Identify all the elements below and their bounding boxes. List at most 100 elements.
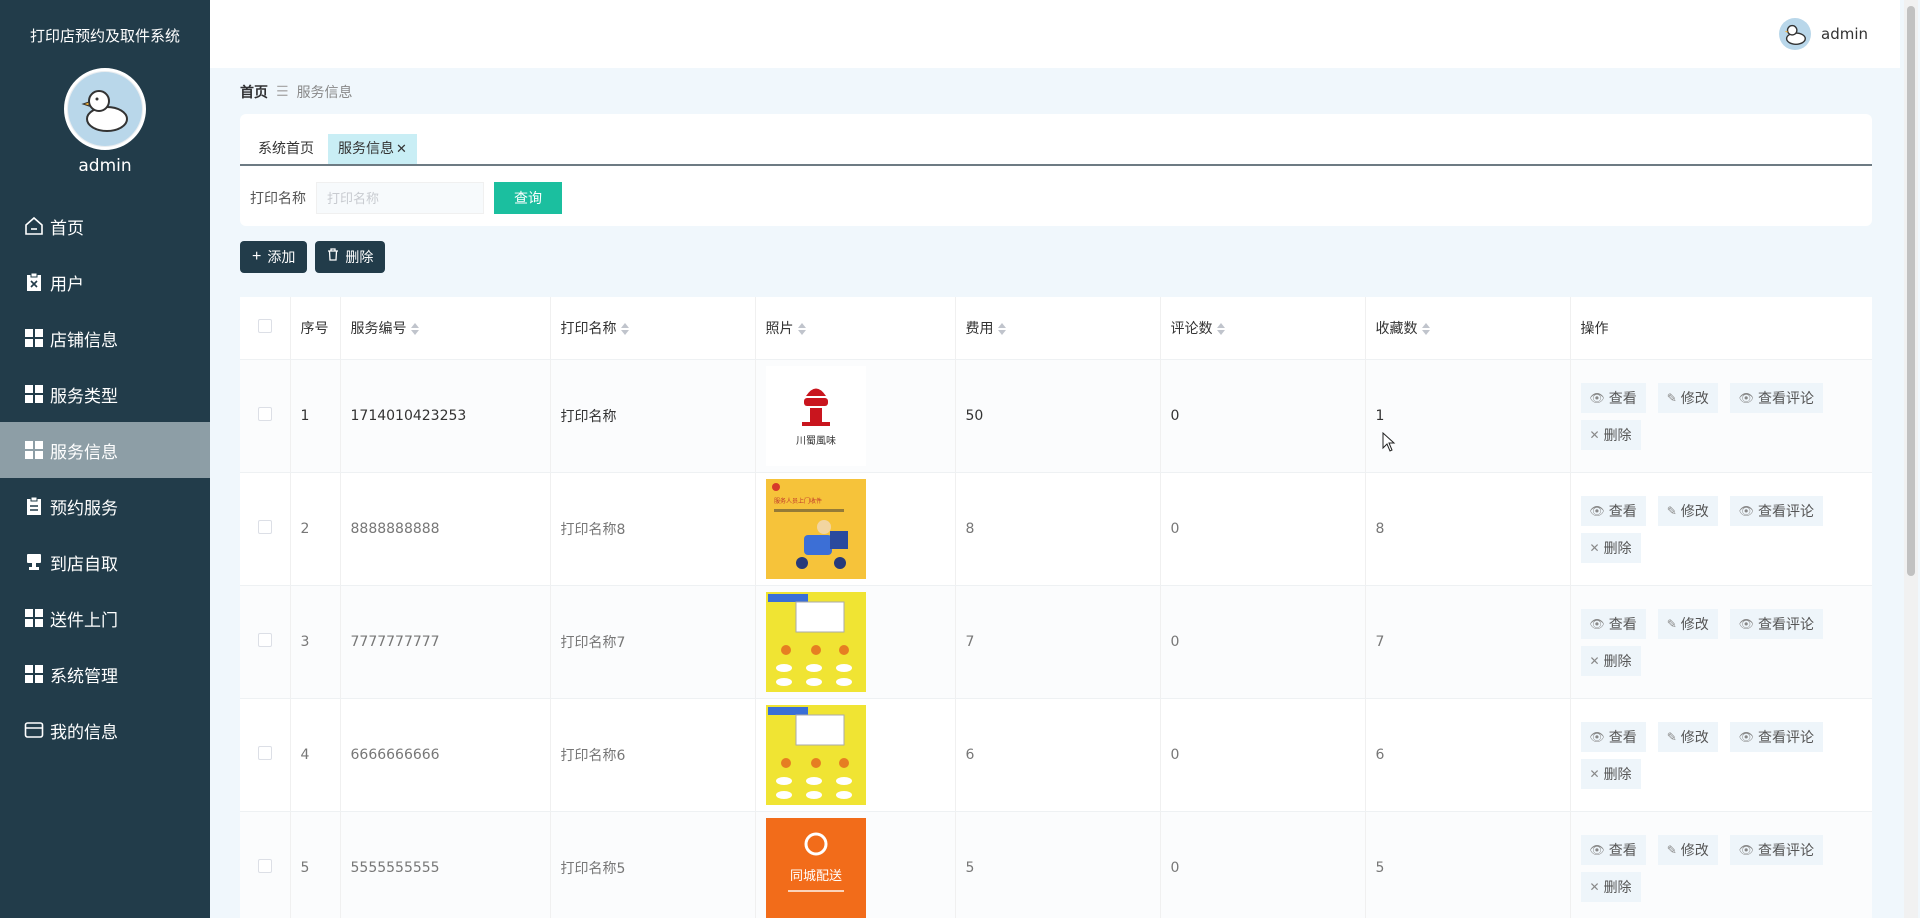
delete-button[interactable]: 删除 — [315, 241, 386, 273]
cell-code: 6666666666 — [340, 698, 551, 812]
add-label: 添加 — [267, 249, 296, 265]
sort-icon[interactable] — [410, 322, 421, 335]
row-actions: 👁 查看 ✎ 修改 👁 查看评论 ✕ 删除 — [1580, 492, 1841, 566]
view-comments-button[interactable]: 👁 查看评论 — [1729, 608, 1824, 639]
search-panel: 系统首页 服务信息✕ 打印名称 查询 — [240, 114, 1872, 226]
header-favorites[interactable]: 收藏数 — [1365, 297, 1571, 360]
row-checkbox[interactable] — [257, 406, 272, 421]
edit-label: 修改 — [1680, 615, 1709, 632]
sidebar-item-users[interactable]: 用户 — [0, 254, 210, 310]
service-photo[interactable]: 服务人员上门收件 — [765, 478, 866, 579]
delete-label: 删除 — [1603, 426, 1632, 443]
sort-icon[interactable] — [620, 322, 631, 335]
sidebar-username: admin — [78, 156, 132, 176]
delete-label: 删除 — [1603, 878, 1632, 895]
breadcrumb-home[interactable]: 首页 — [240, 82, 268, 102]
select-all-checkbox[interactable] — [257, 318, 272, 333]
sidebar-item-my-info[interactable]: 我的信息 — [0, 702, 210, 758]
service-photo[interactable]: 川蜀風味 — [765, 365, 866, 466]
header-fee[interactable]: 费用 — [955, 297, 1161, 360]
tab-bar: 系统首页 服务信息 ✕ — [240, 132, 1872, 166]
header-comments[interactable]: 评论数 — [1160, 297, 1366, 360]
cell-index: 1 — [290, 359, 341, 473]
cell-comments: 0 — [1160, 472, 1366, 586]
edit-button[interactable]: ✎ 修改 — [1657, 495, 1718, 526]
edit-icon: ✎ — [1666, 503, 1677, 518]
row-delete-button[interactable]: ✕ 删除 — [1580, 532, 1641, 563]
search-button[interactable]: 查询 — [494, 182, 562, 214]
delete-label: 删除 — [1603, 539, 1632, 556]
sort-icon[interactable] — [1216, 322, 1227, 335]
header-name[interactable]: 打印名称 — [550, 297, 756, 360]
search-input[interactable] — [316, 182, 484, 214]
view-label: 查看 — [1608, 502, 1637, 519]
view-comments-button[interactable]: 👁 查看评论 — [1729, 382, 1824, 413]
row-delete-button[interactable]: ✕ 删除 — [1580, 419, 1641, 450]
edit-button[interactable]: ✎ 修改 — [1657, 834, 1718, 865]
sidebar-item-service-type[interactable]: 服务类型 — [0, 366, 210, 422]
photo-caption: 川蜀風味 — [796, 435, 836, 447]
edit-button[interactable]: ✎ 修改 — [1657, 608, 1718, 639]
sidebar-item-label: 服务信息 — [50, 442, 118, 463]
sidebar-item-shop-info[interactable]: 店铺信息 — [0, 310, 210, 366]
cell-fee: 7 — [955, 585, 1161, 699]
breadcrumb-current: 服务信息 — [296, 85, 353, 101]
view-comments-button[interactable]: 👁 查看评论 — [1729, 721, 1824, 752]
cell-code: 1714010423253 — [340, 359, 551, 473]
view-comments-button[interactable]: 👁 查看评论 — [1729, 834, 1824, 865]
sort-icon[interactable] — [797, 322, 808, 335]
plus-icon: + — [252, 248, 262, 265]
edit-button[interactable]: ✎ 修改 — [1657, 721, 1718, 752]
cell-fee: 50 — [955, 359, 1161, 473]
sort-icon[interactable] — [997, 322, 1008, 335]
service-photo[interactable]: 同城配送 — [765, 817, 866, 918]
sidebar-item-delivery[interactable]: 送件上门 — [0, 590, 210, 646]
close-icon: ✕ — [1589, 540, 1600, 555]
eye-icon: 👁 — [1738, 616, 1755, 631]
cell-favorites: 5 — [1365, 811, 1571, 918]
header-label: 评论数 — [1170, 320, 1213, 337]
sidebar-item-booking[interactable]: 预约服务 — [0, 478, 210, 534]
service-photo[interactable] — [765, 704, 866, 805]
cell-index: 5 — [290, 811, 341, 918]
view-button[interactable]: 👁 查看 — [1580, 382, 1646, 413]
row-delete-button[interactable]: ✕ 删除 — [1580, 758, 1641, 789]
add-button[interactable]: + 添加 — [240, 241, 308, 273]
close-icon: ✕ — [1589, 766, 1600, 781]
close-icon[interactable]: ✕ — [396, 142, 407, 157]
sidebar-item-system[interactable]: 系统管理 — [0, 646, 210, 702]
page-scrollbar[interactable] — [1904, 0, 1918, 918]
view-button[interactable]: 👁 查看 — [1580, 834, 1646, 865]
delete-label: 删除 — [1603, 765, 1632, 782]
cell-favorites: 1 — [1365, 359, 1571, 473]
user-menu[interactable]: admin — [1779, 18, 1868, 50]
edit-button[interactable]: ✎ 修改 — [1657, 382, 1718, 413]
cell-favorites: 6 — [1365, 698, 1571, 812]
tab-system-home[interactable]: 系统首页 — [248, 134, 324, 164]
view-button[interactable]: 👁 查看 — [1580, 495, 1646, 526]
view-button[interactable]: 👁 查看 — [1580, 608, 1646, 639]
sort-icon[interactable] — [1421, 322, 1432, 335]
row-delete-button[interactable]: ✕ 删除 — [1580, 645, 1641, 676]
sidebar-item-self-pickup[interactable]: 到店自取 — [0, 534, 210, 590]
view-button[interactable]: 👁 查看 — [1580, 721, 1646, 752]
header-photo[interactable]: 照片 — [755, 297, 956, 360]
view-comments-button[interactable]: 👁 查看评论 — [1729, 495, 1824, 526]
row-checkbox[interactable] — [257, 632, 272, 647]
tab-label: 系统首页 — [258, 141, 314, 157]
sidebar-item-home[interactable]: 首页 — [0, 198, 210, 254]
tab-service-info[interactable]: 服务信息 ✕ — [328, 134, 417, 164]
sidebar-item-service-info[interactable]: 服务信息 — [0, 422, 210, 478]
row-checkbox[interactable] — [257, 745, 272, 760]
view-label: 查看 — [1608, 841, 1637, 858]
scrollbar-thumb[interactable] — [1907, 6, 1915, 576]
edit-icon: ✎ — [1666, 616, 1677, 631]
row-checkbox[interactable] — [257, 858, 272, 873]
sidebar: 打印店预约及取件系统 admin 首页 用户 店铺信息 服务类型 服务信息 预约… — [0, 0, 210, 918]
header-code[interactable]: 服务编号 — [340, 297, 551, 360]
service-photo[interactable] — [765, 591, 866, 692]
eye-icon: 👁 — [1738, 390, 1755, 405]
row-checkbox[interactable] — [257, 519, 272, 534]
sidebar-item-label: 用户 — [50, 274, 84, 295]
row-delete-button[interactable]: ✕ 删除 — [1580, 871, 1641, 902]
